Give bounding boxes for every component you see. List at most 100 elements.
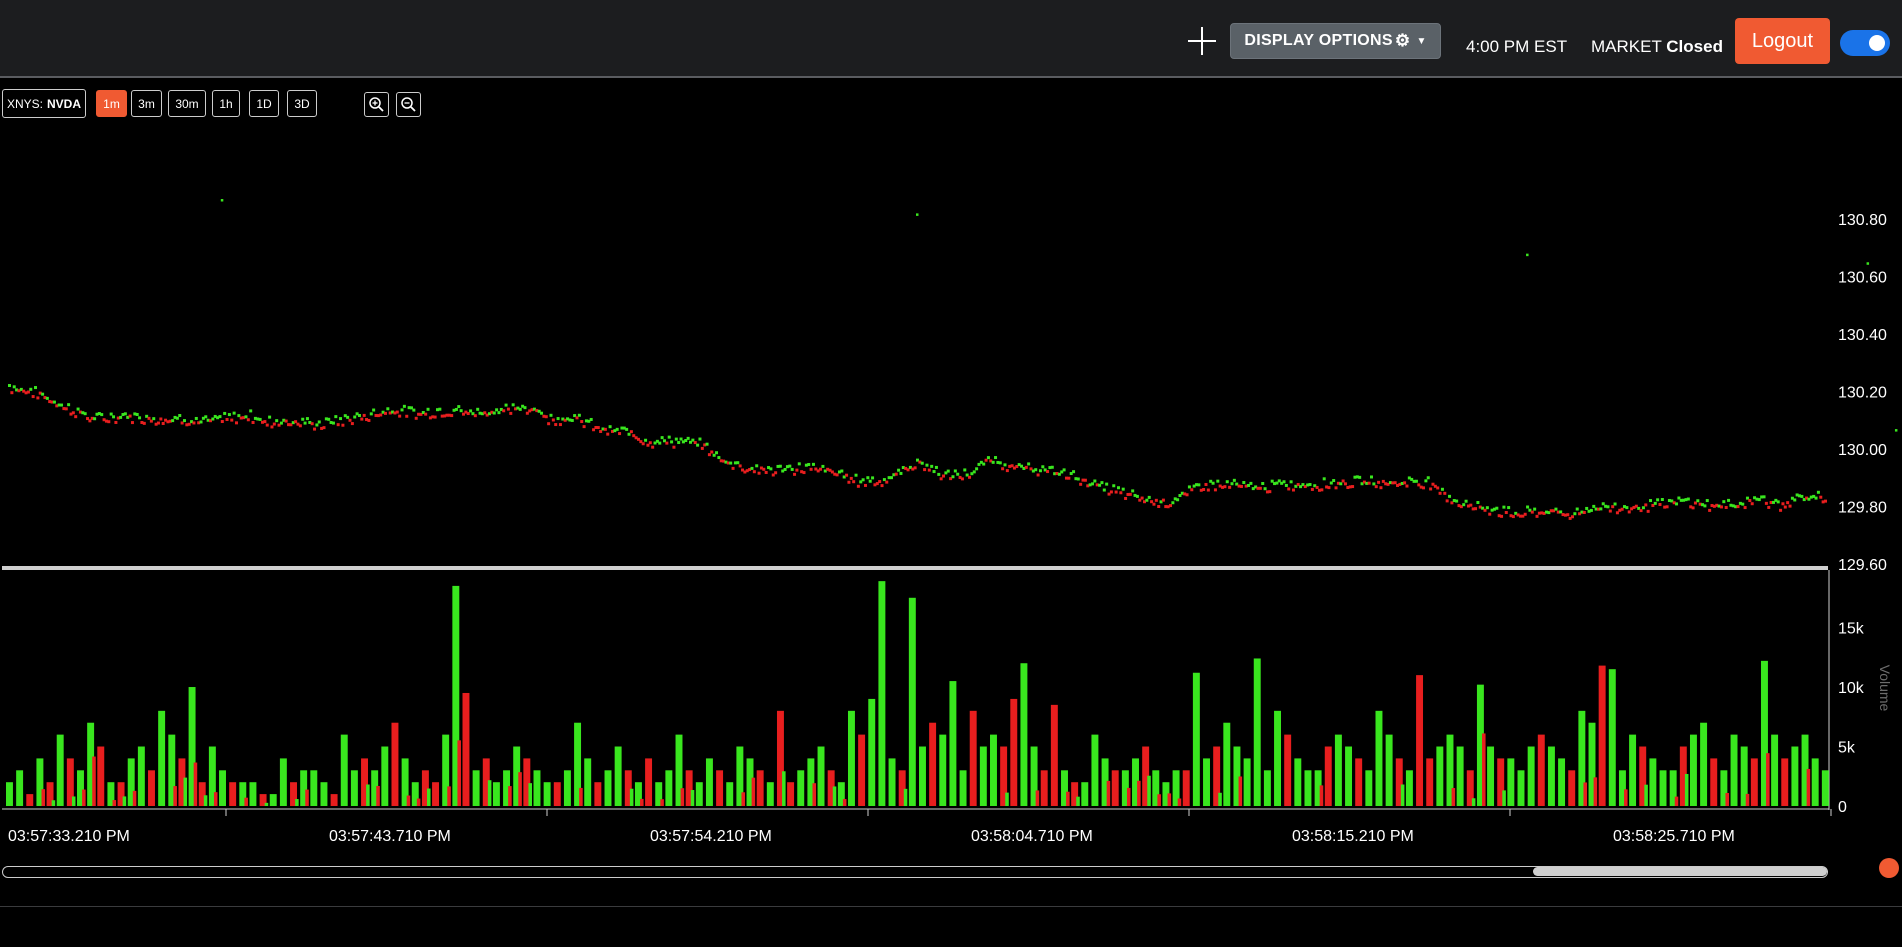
trade-point	[956, 472, 960, 476]
price-volume-chart[interactable]: 130.80 130.60 130.40 130.20 130.00 129.80 129.…	[0, 76, 1902, 856]
trade-point	[511, 403, 515, 407]
trade-point	[1608, 509, 1612, 513]
trade-point	[788, 464, 792, 468]
trade-point	[1620, 507, 1624, 511]
trade-point	[64, 407, 68, 411]
trade-point	[284, 419, 288, 423]
trade-point	[861, 478, 865, 482]
trade-point	[629, 430, 633, 434]
time-tick-label: 03:57:43.710 PM	[329, 828, 451, 845]
volume-bar	[1035, 790, 1040, 806]
scroll-end-handle[interactable]	[1879, 858, 1899, 878]
trade-point	[547, 422, 551, 426]
trade-point	[220, 420, 224, 424]
volume-bar	[878, 581, 886, 806]
volume-bar	[416, 798, 421, 806]
trade-point	[26, 390, 30, 394]
outlier-trade-point	[1866, 262, 1870, 265]
trade-point	[1788, 504, 1792, 508]
volume-axis-label: Volume	[1877, 665, 1893, 712]
trade-point	[1644, 503, 1648, 507]
trade-point	[275, 419, 279, 423]
trade-point	[1211, 481, 1215, 485]
add-chart-button[interactable]	[1186, 25, 1218, 57]
trade-point	[1511, 515, 1515, 519]
volume-bar	[1750, 758, 1758, 806]
volume-bar	[472, 770, 480, 806]
chart-scrollbar[interactable]	[2, 866, 1828, 878]
trade-point	[852, 480, 856, 484]
trade-point	[549, 413, 553, 417]
trade-point	[1310, 487, 1314, 491]
price-tick-label: 130.20	[1838, 385, 1887, 402]
volume-bar	[1192, 672, 1200, 806]
trade-point	[518, 407, 522, 411]
trade-point	[769, 467, 773, 471]
trade-point	[1242, 481, 1246, 485]
trade-point	[660, 436, 664, 440]
trade-point	[975, 467, 979, 471]
trade-point	[1582, 510, 1586, 514]
volume-bar	[1106, 780, 1111, 806]
volume-bar	[1811, 758, 1819, 806]
trade-point	[1187, 485, 1191, 489]
volume-bar	[1482, 733, 1486, 806]
logout-button[interactable]: Logout	[1735, 18, 1830, 64]
scrollbar-thumb[interactable]	[1533, 867, 1827, 876]
volume-bar	[1020, 663, 1028, 806]
volume-bar	[969, 710, 977, 806]
volume-bar	[1527, 746, 1535, 806]
trade-point	[509, 411, 513, 415]
volume-tick-label: 5k	[1838, 740, 1856, 757]
trade-point	[1767, 505, 1771, 509]
trade-point	[268, 415, 272, 419]
volume-bar	[1345, 746, 1353, 806]
volume-bar	[148, 770, 155, 806]
volume-bar	[1050, 704, 1058, 806]
trade-point	[1443, 491, 1447, 495]
volume-bar	[1583, 782, 1588, 806]
volume-bar	[640, 798, 644, 806]
trade-point	[1062, 468, 1066, 472]
trade-point	[1334, 486, 1338, 490]
trade-point	[1157, 504, 1161, 508]
trade-point	[1585, 506, 1589, 510]
trade-point	[1131, 489, 1135, 493]
trade-point	[1287, 487, 1291, 491]
trade-point	[279, 421, 283, 425]
volume-bar	[959, 770, 967, 806]
theme-toggle[interactable]	[1840, 30, 1890, 56]
trade-point	[797, 462, 801, 466]
trade-point	[1570, 515, 1574, 519]
trade-point	[1611, 505, 1615, 509]
trade-point	[1639, 509, 1643, 513]
volume-bar	[594, 782, 602, 806]
volume-bar	[1806, 768, 1811, 806]
trade-point	[244, 415, 248, 419]
trade-point	[960, 477, 964, 481]
trade-point	[937, 472, 941, 476]
trade-point	[920, 461, 924, 465]
trade-point	[29, 387, 33, 391]
trade-point	[1370, 475, 1373, 479]
trade-point	[1414, 479, 1418, 483]
volume-bar	[219, 770, 226, 806]
trade-point	[736, 461, 740, 465]
trade-point	[1372, 482, 1376, 486]
trade-point	[930, 464, 934, 468]
trade-point	[1067, 476, 1071, 480]
trade-point	[457, 405, 461, 409]
volume-bar	[858, 734, 866, 806]
volume-bar	[1487, 746, 1495, 806]
trade-point	[821, 464, 825, 468]
trade-point	[1119, 491, 1123, 495]
display-options-button[interactable]: DISPLAY OPTIONS ⚙ ▼	[1230, 23, 1441, 59]
volume-bar	[320, 782, 328, 806]
volume-bar	[1274, 710, 1281, 806]
trade-point	[346, 415, 350, 419]
trade-point	[504, 403, 508, 407]
trade-point	[303, 421, 307, 425]
volume-bar	[1781, 758, 1789, 806]
trade-point	[1128, 492, 1132, 496]
trade-point	[232, 411, 236, 415]
